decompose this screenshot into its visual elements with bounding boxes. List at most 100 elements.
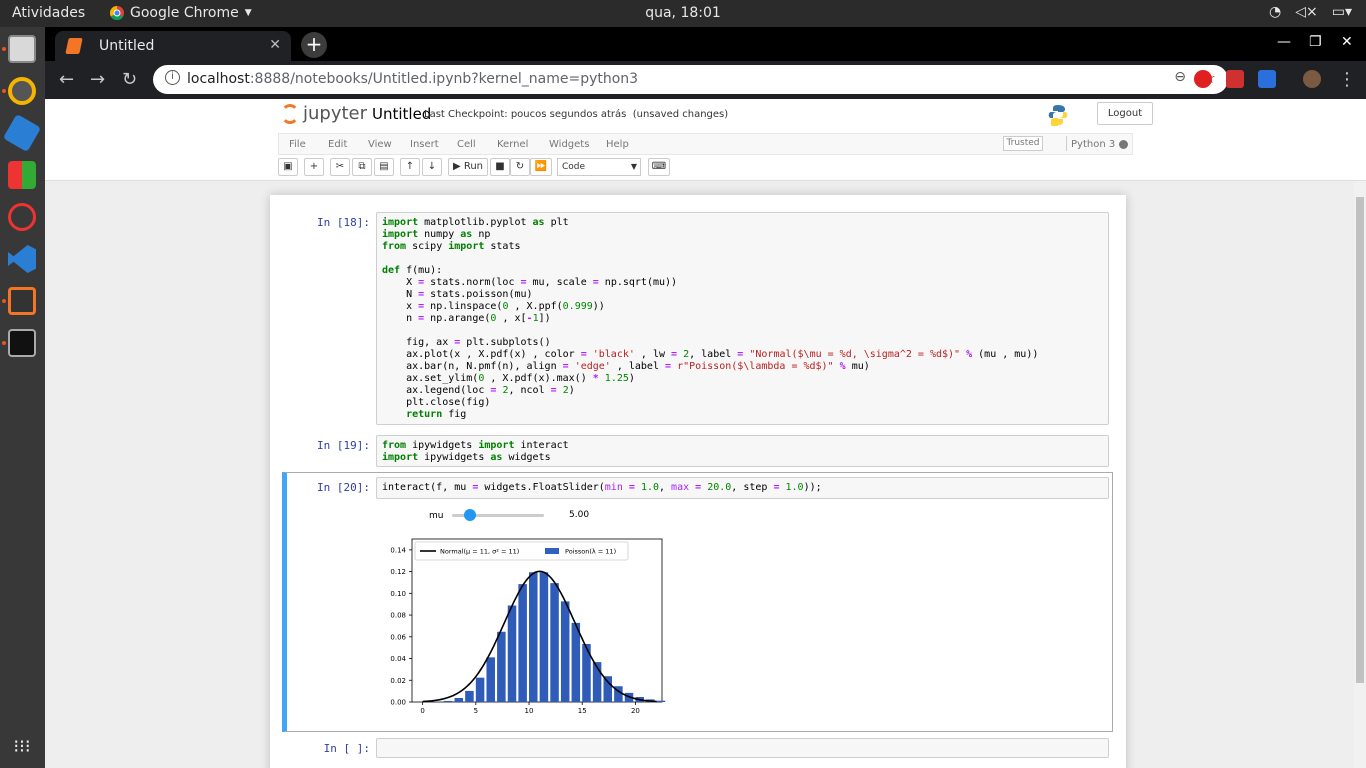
- output-plot: 0.00 0.02 0.04 0.06 0.08 0.10 0.12 0.14 0 5 10 15 2…: [390, 538, 666, 715]
- x-tick-label: 0: [420, 707, 424, 715]
- logout-button[interactable]: Logout: [1097, 102, 1153, 125]
- jupyter-logo[interactable]: jupyter: [281, 103, 367, 124]
- poisson-bar: [550, 583, 559, 702]
- profile-avatar[interactable]: [1303, 70, 1321, 88]
- move-down-icon[interactable]: ↓: [422, 158, 442, 176]
- system-tray[interactable]: ◔ ◁× ▭▾: [1269, 4, 1352, 20]
- move-up-icon[interactable]: ↑: [400, 158, 420, 176]
- app-grid-colored-icon[interactable]: [8, 161, 36, 189]
- slider-label: mu: [429, 511, 444, 521]
- command-palette-icon[interactable]: ⌨: [648, 158, 670, 176]
- cell-prompt: In [20]:: [317, 481, 370, 494]
- menu-cell[interactable]: Cell: [457, 139, 476, 150]
- kernel-name: Python 3: [1065, 136, 1116, 151]
- scrollbar-thumb[interactable]: [1356, 197, 1364, 683]
- show-applications-icon[interactable]: ⁝⁝⁝: [8, 733, 36, 761]
- poisson-bar: [571, 622, 581, 702]
- vscode-icon[interactable]: [8, 245, 36, 273]
- jupyter-menubar: File Edit View Insert Cell Kernel Widget…: [278, 133, 1133, 155]
- back-icon[interactable]: ←: [59, 69, 74, 90]
- menu-help[interactable]: Help: [606, 139, 629, 150]
- page-scrollbar[interactable]: [1354, 181, 1366, 768]
- new-tab-button[interactable]: +: [301, 32, 327, 58]
- cell-prompt: In [ ]:: [323, 742, 370, 755]
- x-tick-label: 10: [525, 707, 534, 715]
- notebook-container: In [18]: import matplotlib.pyplot as plt…: [270, 195, 1126, 768]
- address-bar[interactable]: i localhost:8888/notebooks/Untitled.ipyn…: [153, 65, 1228, 94]
- chrome-menu-icon[interactable]: ⋮: [1338, 69, 1356, 90]
- y-tick-label: 0.06: [390, 633, 406, 641]
- y-tick-label: 0.10: [390, 590, 406, 598]
- clock[interactable]: qua, 18:01: [0, 5, 1366, 21]
- code-cell-input[interactable]: import matplotlib.pyplot as plt import n…: [376, 212, 1109, 425]
- url-host: localhost: [187, 71, 250, 87]
- abp-extension-icon[interactable]: [1226, 70, 1244, 88]
- menu-kernel[interactable]: Kernel: [497, 139, 528, 150]
- jupyter-logo-icon: [281, 103, 299, 124]
- restart-run-all-icon[interactable]: ⏩: [530, 158, 552, 176]
- menu-view[interactable]: View: [368, 139, 392, 150]
- menu-insert[interactable]: Insert: [410, 139, 439, 150]
- running-indicator: [2, 299, 6, 303]
- y-tick-label: 0.12: [390, 568, 406, 576]
- run-button[interactable]: ▶ Run: [448, 158, 488, 176]
- menu-edit[interactable]: Edit: [328, 139, 347, 150]
- paste-icon[interactable]: ▤: [374, 158, 394, 176]
- zoom-icon[interactable]: ⊖: [1174, 69, 1186, 85]
- y-tick-label: 0.04: [390, 655, 406, 663]
- checkpoint-status: Last Checkpoint: poucos segundos atrás (…: [424, 109, 728, 120]
- cut-icon[interactable]: ✂: [330, 158, 350, 176]
- unsaved-text: (unsaved changes): [632, 109, 729, 120]
- run-label: Run: [463, 161, 484, 172]
- menu-widgets[interactable]: Widgets: [549, 139, 589, 150]
- slider-thumb[interactable]: [464, 509, 477, 521]
- terminal-icon[interactable]: [8, 329, 36, 357]
- volume-icon: ◁×: [1295, 4, 1318, 20]
- save-icon[interactable]: ▣: [278, 158, 298, 176]
- poisson-bar: [443, 700, 453, 702]
- cell-type-select[interactable]: Code: [557, 158, 641, 176]
- menu-file[interactable]: File: [289, 139, 306, 150]
- chrome-dock-icon[interactable]: [8, 77, 36, 105]
- running-indicator: [2, 89, 6, 93]
- close-tab-icon[interactable]: ✕: [269, 37, 281, 53]
- maximize-icon[interactable]: ❐: [1309, 34, 1322, 50]
- legend-label: Normal(μ = 11, σ² = 11): [440, 548, 519, 556]
- url-path: :8888/notebooks/Untitled.ipynb?kernel_na…: [249, 71, 639, 87]
- files-icon[interactable]: [8, 35, 36, 63]
- copy-icon[interactable]: ⧉: [352, 158, 372, 176]
- virtualbox-icon[interactable]: [2, 113, 42, 153]
- poisson-bar: [497, 631, 506, 702]
- close-window-icon[interactable]: ✕: [1341, 34, 1353, 50]
- jupyter-tab-icon: [65, 38, 83, 54]
- network-tool-icon[interactable]: [8, 203, 36, 231]
- restart-icon[interactable]: ↻: [510, 158, 530, 176]
- slider-value[interactable]: 5.00: [569, 510, 589, 520]
- code-cell-input[interactable]: interact(f, mu = widgets.FloatSlider(min…: [376, 477, 1109, 499]
- legend-label: Poisson(λ = 11): [565, 548, 616, 556]
- trusted-badge[interactable]: Trusted: [1003, 136, 1043, 151]
- y-tick-label: 0.14: [390, 546, 406, 554]
- cell-prompt: In [19]:: [317, 439, 370, 452]
- sublime-text-icon[interactable]: [8, 287, 36, 315]
- extension-off-icon[interactable]: [1258, 70, 1276, 88]
- notebook-name[interactable]: Untitled: [372, 105, 431, 123]
- minimize-icon[interactable]: —: [1277, 34, 1291, 50]
- poisson-bar: [539, 572, 549, 702]
- reload-icon[interactable]: ↻: [122, 69, 137, 90]
- insert-cell-icon[interactable]: +: [304, 158, 324, 176]
- cell-prompt: In [18]:: [317, 216, 370, 229]
- poisson-bar: [529, 572, 538, 702]
- code-cell-input[interactable]: from ipywidgets import interact import i…: [376, 435, 1109, 467]
- legend-bar-swatch: [545, 548, 559, 554]
- poisson-bar: [475, 677, 485, 702]
- y-tick-label: 0.00: [390, 699, 406, 707]
- browser-tab[interactable]: Untitled ✕: [55, 31, 291, 61]
- forward-icon[interactable]: →: [90, 69, 105, 90]
- adblock-extension-icon[interactable]: [1194, 70, 1212, 88]
- wifi-icon: ◔: [1269, 4, 1282, 20]
- site-info-icon[interactable]: i: [165, 70, 180, 85]
- stop-icon[interactable]: ■: [490, 158, 510, 176]
- tab-title: Untitled: [99, 38, 155, 54]
- empty-code-cell[interactable]: [376, 738, 1109, 758]
